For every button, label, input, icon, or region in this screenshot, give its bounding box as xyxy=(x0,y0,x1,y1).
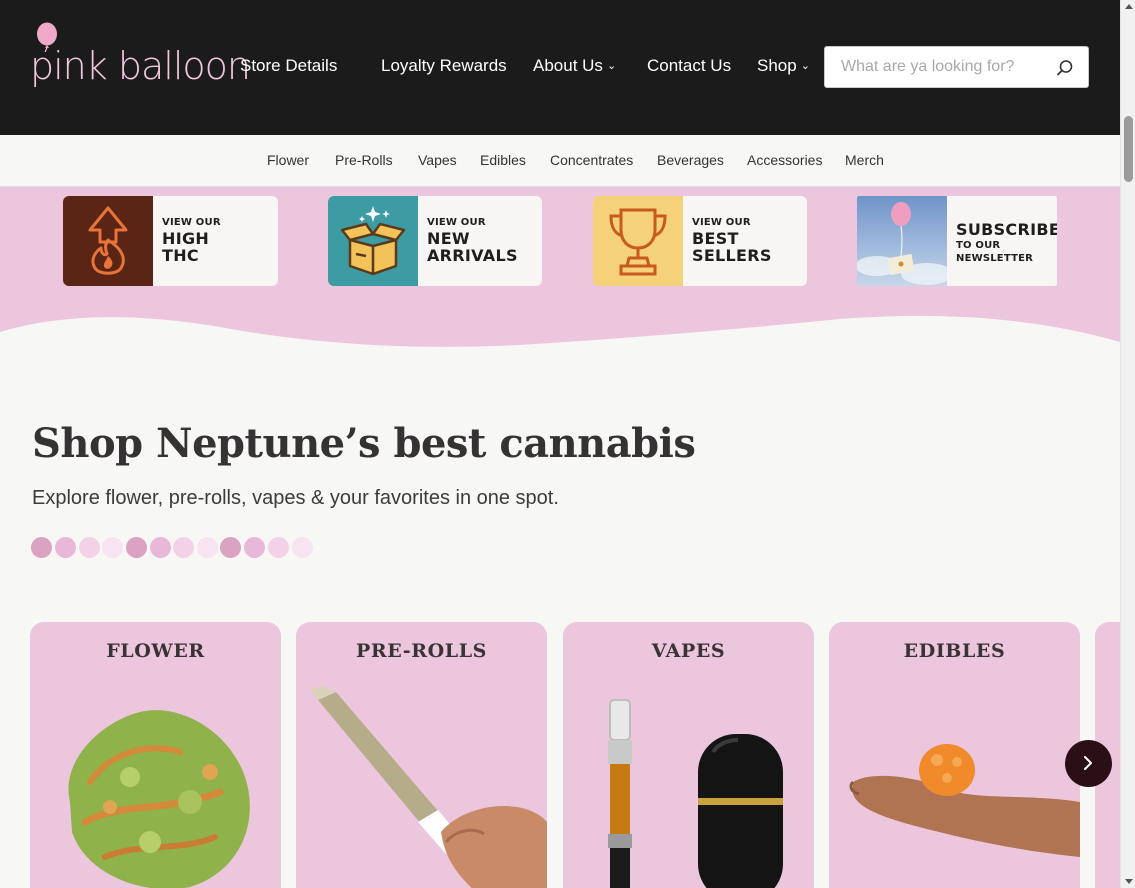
category-title: PRE-ROLLS xyxy=(356,640,487,662)
promo-line2: THC xyxy=(162,246,199,265)
decorative-dot xyxy=(173,537,194,558)
decorative-dot xyxy=(244,537,265,558)
nav-shop[interactable]: Shop ⌄ xyxy=(757,56,810,76)
edible-gummy-image xyxy=(849,744,1080,857)
decorative-dot xyxy=(102,537,123,558)
category-title: VAPES xyxy=(651,640,726,662)
promo-best-sellers-text: VIEW OUR BEST SELLERS xyxy=(692,217,772,265)
decorative-dot xyxy=(197,537,218,558)
nav-store-details[interactable]: Store Details xyxy=(240,56,337,76)
promo-line2: SELLERS xyxy=(692,246,772,265)
subnav-pre-rolls[interactable]: Pre-Rolls xyxy=(335,152,393,168)
promo-line1: SUBSCRIBE xyxy=(956,220,1057,239)
category-title: FLOWER xyxy=(106,640,205,662)
promo-best-sellers[interactable]: VIEW OUR BEST SELLERS xyxy=(593,196,807,286)
pink-balloon-logo[interactable]: pink balloon xyxy=(30,20,251,98)
carousel-next-button[interactable] xyxy=(1065,740,1112,787)
search-box xyxy=(824,46,1089,88)
promo-high-thc[interactable]: VIEW OUR HIGH THC xyxy=(63,196,278,286)
promo-newsletter[interactable]: SUBSCRIBE TO OUR NEWSLETTER xyxy=(857,196,1057,286)
site-header: pink balloon Store Details Loyalty Rewar… xyxy=(0,0,1120,135)
decorative-dot xyxy=(220,537,241,558)
decorative-dot xyxy=(150,537,171,558)
promo-line1: NEW xyxy=(427,229,470,248)
promo-sub1: TO OUR xyxy=(956,240,1001,251)
nav-about-us[interactable]: About Us ⌄ xyxy=(533,56,616,76)
decorative-dot xyxy=(31,537,52,558)
chevron-right-icon xyxy=(1084,756,1092,770)
promo-line2: ARRIVALS xyxy=(427,246,518,265)
page-subtitle: Explore flower, pre-rolls, vapes & your … xyxy=(32,487,559,509)
promo-line1: BEST xyxy=(692,229,739,248)
trophy-icon xyxy=(593,196,683,286)
promo-sub2: NEWSLETTER xyxy=(956,253,1034,264)
balloon-envelope-icon xyxy=(857,196,947,286)
nav-contact-us[interactable]: Contact Us xyxy=(647,56,731,76)
nav-about-us-label: About Us xyxy=(533,56,603,75)
subnav-edibles[interactable]: Edibles xyxy=(480,152,526,168)
search-icon[interactable] xyxy=(1056,59,1074,77)
flame-arrow-icon xyxy=(63,196,153,286)
promo-newsletter-text: SUBSCRIBE TO OUR NEWSLETTER xyxy=(956,221,1057,265)
category-title: EDIBLES xyxy=(903,640,1006,662)
subnav-accessories[interactable]: Accessories xyxy=(747,152,822,168)
page-scrollbar[interactable] xyxy=(1120,0,1135,888)
promo-line1: HIGH xyxy=(162,229,210,248)
category-card-flower[interactable]: FLOWER xyxy=(30,622,281,888)
scrollbar-thumb[interactable] xyxy=(1124,116,1133,182)
subnav-flower[interactable]: Flower xyxy=(267,152,309,168)
open-box-icon xyxy=(328,196,418,286)
search-input[interactable] xyxy=(826,48,1046,86)
page-title: Shop Neptune’s best cannabis xyxy=(32,420,696,467)
cannabis-bud-image xyxy=(68,710,250,888)
subnav-merch[interactable]: Merch xyxy=(845,152,884,168)
subnav-vapes[interactable]: Vapes xyxy=(418,152,457,168)
category-card-pre-rolls[interactable]: PRE-ROLLS xyxy=(296,622,547,888)
promo-high-thc-text: VIEW OUR HIGH THC xyxy=(162,217,221,265)
decorative-dot xyxy=(126,537,147,558)
decorative-dot xyxy=(268,537,289,558)
subnav-beverages[interactable]: Beverages xyxy=(657,152,724,168)
promo-kicker: VIEW OUR xyxy=(162,217,221,228)
promo-new-arrivals-text: VIEW OUR NEW ARRIVALS xyxy=(427,217,518,265)
promo-new-arrivals[interactable]: VIEW OUR NEW ARRIVALS xyxy=(328,196,542,286)
promo-band: VIEW OUR HIGH THC VIEW OUR NEW ARRIVALS xyxy=(0,187,1120,352)
nav-loyalty-rewards[interactable]: Loyalty Rewards xyxy=(381,56,507,76)
pre-roll-image xyxy=(310,686,547,888)
promo-kicker: VIEW OUR xyxy=(692,217,751,228)
chevron-down-icon: ⌄ xyxy=(800,60,810,72)
logo-text: pink balloon xyxy=(30,44,251,88)
chevron-down-icon: ⌄ xyxy=(606,60,617,72)
scroll-down-icon[interactable] xyxy=(1125,879,1133,884)
scroll-up-icon[interactable] xyxy=(1125,4,1133,9)
category-card-edibles[interactable]: EDIBLES xyxy=(829,622,1080,888)
vape-image xyxy=(608,699,783,888)
category-card-vapes[interactable]: VAPES xyxy=(563,622,814,888)
decorative-dot xyxy=(55,537,76,558)
decorative-dot xyxy=(79,537,100,558)
category-subnav: Flower Pre-Rolls Vapes Edibles Concentra… xyxy=(0,135,1120,187)
subnav-concentrates[interactable]: Concentrates xyxy=(550,152,633,168)
decorative-dot xyxy=(292,537,313,558)
nav-shop-label: Shop xyxy=(757,56,797,75)
promo-kicker: VIEW OUR xyxy=(427,217,486,228)
